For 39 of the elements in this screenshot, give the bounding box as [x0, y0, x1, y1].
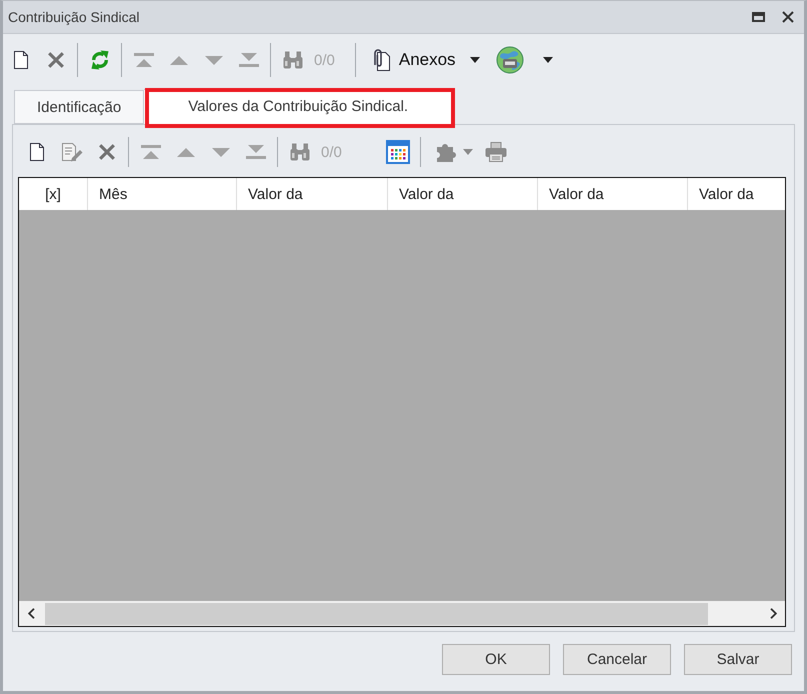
caret-icon [542, 57, 553, 63]
document-icon [12, 50, 28, 70]
caret-icon [462, 149, 473, 155]
window-title: Contribuição Sindical [8, 9, 141, 25]
printer-icon [485, 142, 508, 162]
attachments-button[interactable]: Anexos [360, 43, 486, 77]
record-counter: 0/0 [313, 52, 336, 68]
puzzle-icon [434, 141, 457, 163]
dialog-button[interactable]: Cancelar [563, 644, 671, 675]
close-icon [782, 11, 794, 23]
up-triangle-icon [170, 56, 188, 64]
document-icon [28, 142, 44, 162]
tab[interactable]: Identificação [14, 90, 144, 124]
chevron-right-icon [770, 608, 776, 619]
down-triangle-bar-icon [246, 145, 266, 159]
cross-icon [98, 143, 116, 161]
tab[interactable]: Valores da Contribuição Sindical. [144, 89, 454, 124]
edit-document-icon [60, 142, 82, 162]
chevron-left-icon [28, 608, 34, 619]
maximize-icon [752, 12, 764, 22]
bar-up-triangle-icon [134, 53, 154, 67]
globe-icon [496, 46, 524, 74]
caret-icon [470, 57, 480, 63]
binoculars-icon [282, 51, 302, 69]
scrollbar-thumb[interactable] [45, 602, 708, 624]
down-triangle-icon [204, 56, 222, 64]
down-triangle-icon [212, 148, 230, 156]
cross-icon [46, 51, 64, 69]
down-triangle-bar-icon [238, 53, 258, 67]
dialog-button[interactable]: OK [442, 644, 550, 675]
binoculars-icon [290, 143, 310, 161]
dialog-button[interactable]: Salvar [684, 644, 792, 675]
record-counter: 0/0 [320, 144, 343, 160]
up-triangle-icon [176, 148, 194, 156]
horizontal-scrollbar[interactable] [19, 601, 785, 626]
refresh-icon [90, 49, 110, 71]
color-grid-icon [386, 140, 410, 164]
bar-up-triangle-icon [140, 145, 160, 159]
column-header[interactable]: Valor da [688, 178, 785, 210]
